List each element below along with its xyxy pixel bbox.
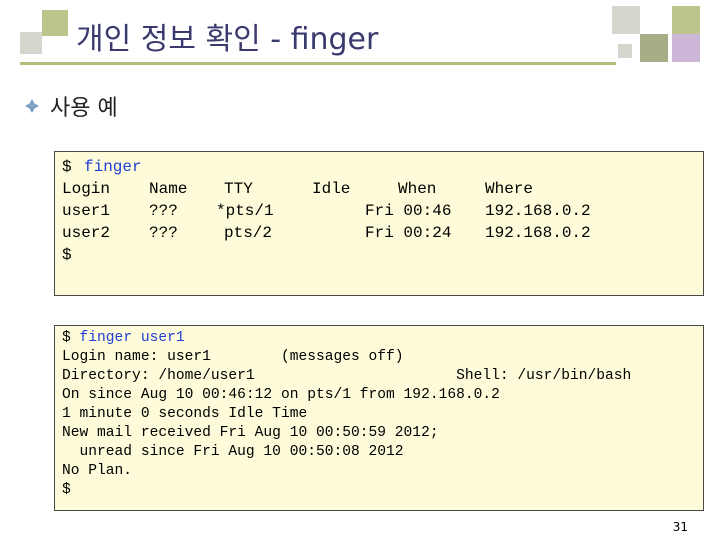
- deco-square-dark-green: [640, 34, 668, 62]
- deco-square-gray-small: [618, 44, 632, 58]
- deco-square-green-top-right: [672, 6, 700, 34]
- output-line: New mail received Fri Aug 10 00:50:59 20…: [62, 425, 439, 441]
- header-when: When: [398, 180, 437, 198]
- row-name: ???: [149, 202, 178, 220]
- output-line: Directory: /home/user1 Shell: /usr/bin/b…: [62, 368, 632, 384]
- final-prompt-line: $: [62, 244, 100, 310]
- terminal-finger-output: $ finger Login Name TTY Idle When Where …: [54, 151, 704, 296]
- bullet-text: 사용 예: [50, 96, 118, 121]
- final-prompt: $: [62, 246, 72, 264]
- output-line: On since Aug 10 00:46:12 on pts/1 from 1…: [62, 387, 500, 403]
- row-name: ???: [149, 224, 178, 242]
- output-line: Login name: user1 (messages off): [62, 349, 404, 365]
- row-login: user1: [62, 202, 111, 220]
- command: finger user1: [79, 330, 185, 346]
- row-when: Fri 00:46: [365, 202, 452, 220]
- header-where: Where: [485, 180, 534, 198]
- row-tty: *pts/1: [216, 202, 274, 220]
- page-number: 31: [672, 520, 688, 534]
- row-tty: pts/2: [224, 224, 273, 242]
- output-line: $: [62, 482, 71, 498]
- row-when: Fri 00:24: [365, 224, 452, 242]
- row-where: 192.168.0.2: [485, 224, 591, 242]
- command: finger: [84, 158, 142, 176]
- output-line: No Plan.: [62, 463, 133, 479]
- deco-square-green-top-left: [42, 10, 68, 36]
- prompt: $: [62, 330, 71, 346]
- title-underline: [20, 62, 616, 65]
- header-login: Login: [62, 180, 111, 198]
- command-line: $ finger user1: [62, 329, 185, 348]
- bullet-item: 사용 예: [24, 90, 118, 122]
- deco-square-gray-top-right-1: [612, 6, 640, 34]
- output-line: unread since Fri Aug 10 00:50:08 2012: [62, 444, 404, 460]
- deco-square-lavender: [672, 34, 700, 62]
- terminal-finger-user-output: $ finger user1 Login name: user1 (messag…: [54, 325, 704, 511]
- row-where: 192.168.0.2: [485, 202, 591, 220]
- row-login: user2: [62, 224, 111, 242]
- output-line: 1 minute 0 seconds Idle Time: [62, 406, 308, 422]
- header-tty: TTY: [224, 180, 253, 198]
- header-idle: Idle: [312, 180, 351, 198]
- prompt: $: [62, 158, 72, 176]
- header-name: Name: [149, 180, 188, 198]
- deco-square-gray-top-left: [20, 32, 42, 54]
- slide-title: 개인 정보 확인 - finger: [76, 22, 379, 57]
- diamond-bullet-icon: [25, 99, 39, 113]
